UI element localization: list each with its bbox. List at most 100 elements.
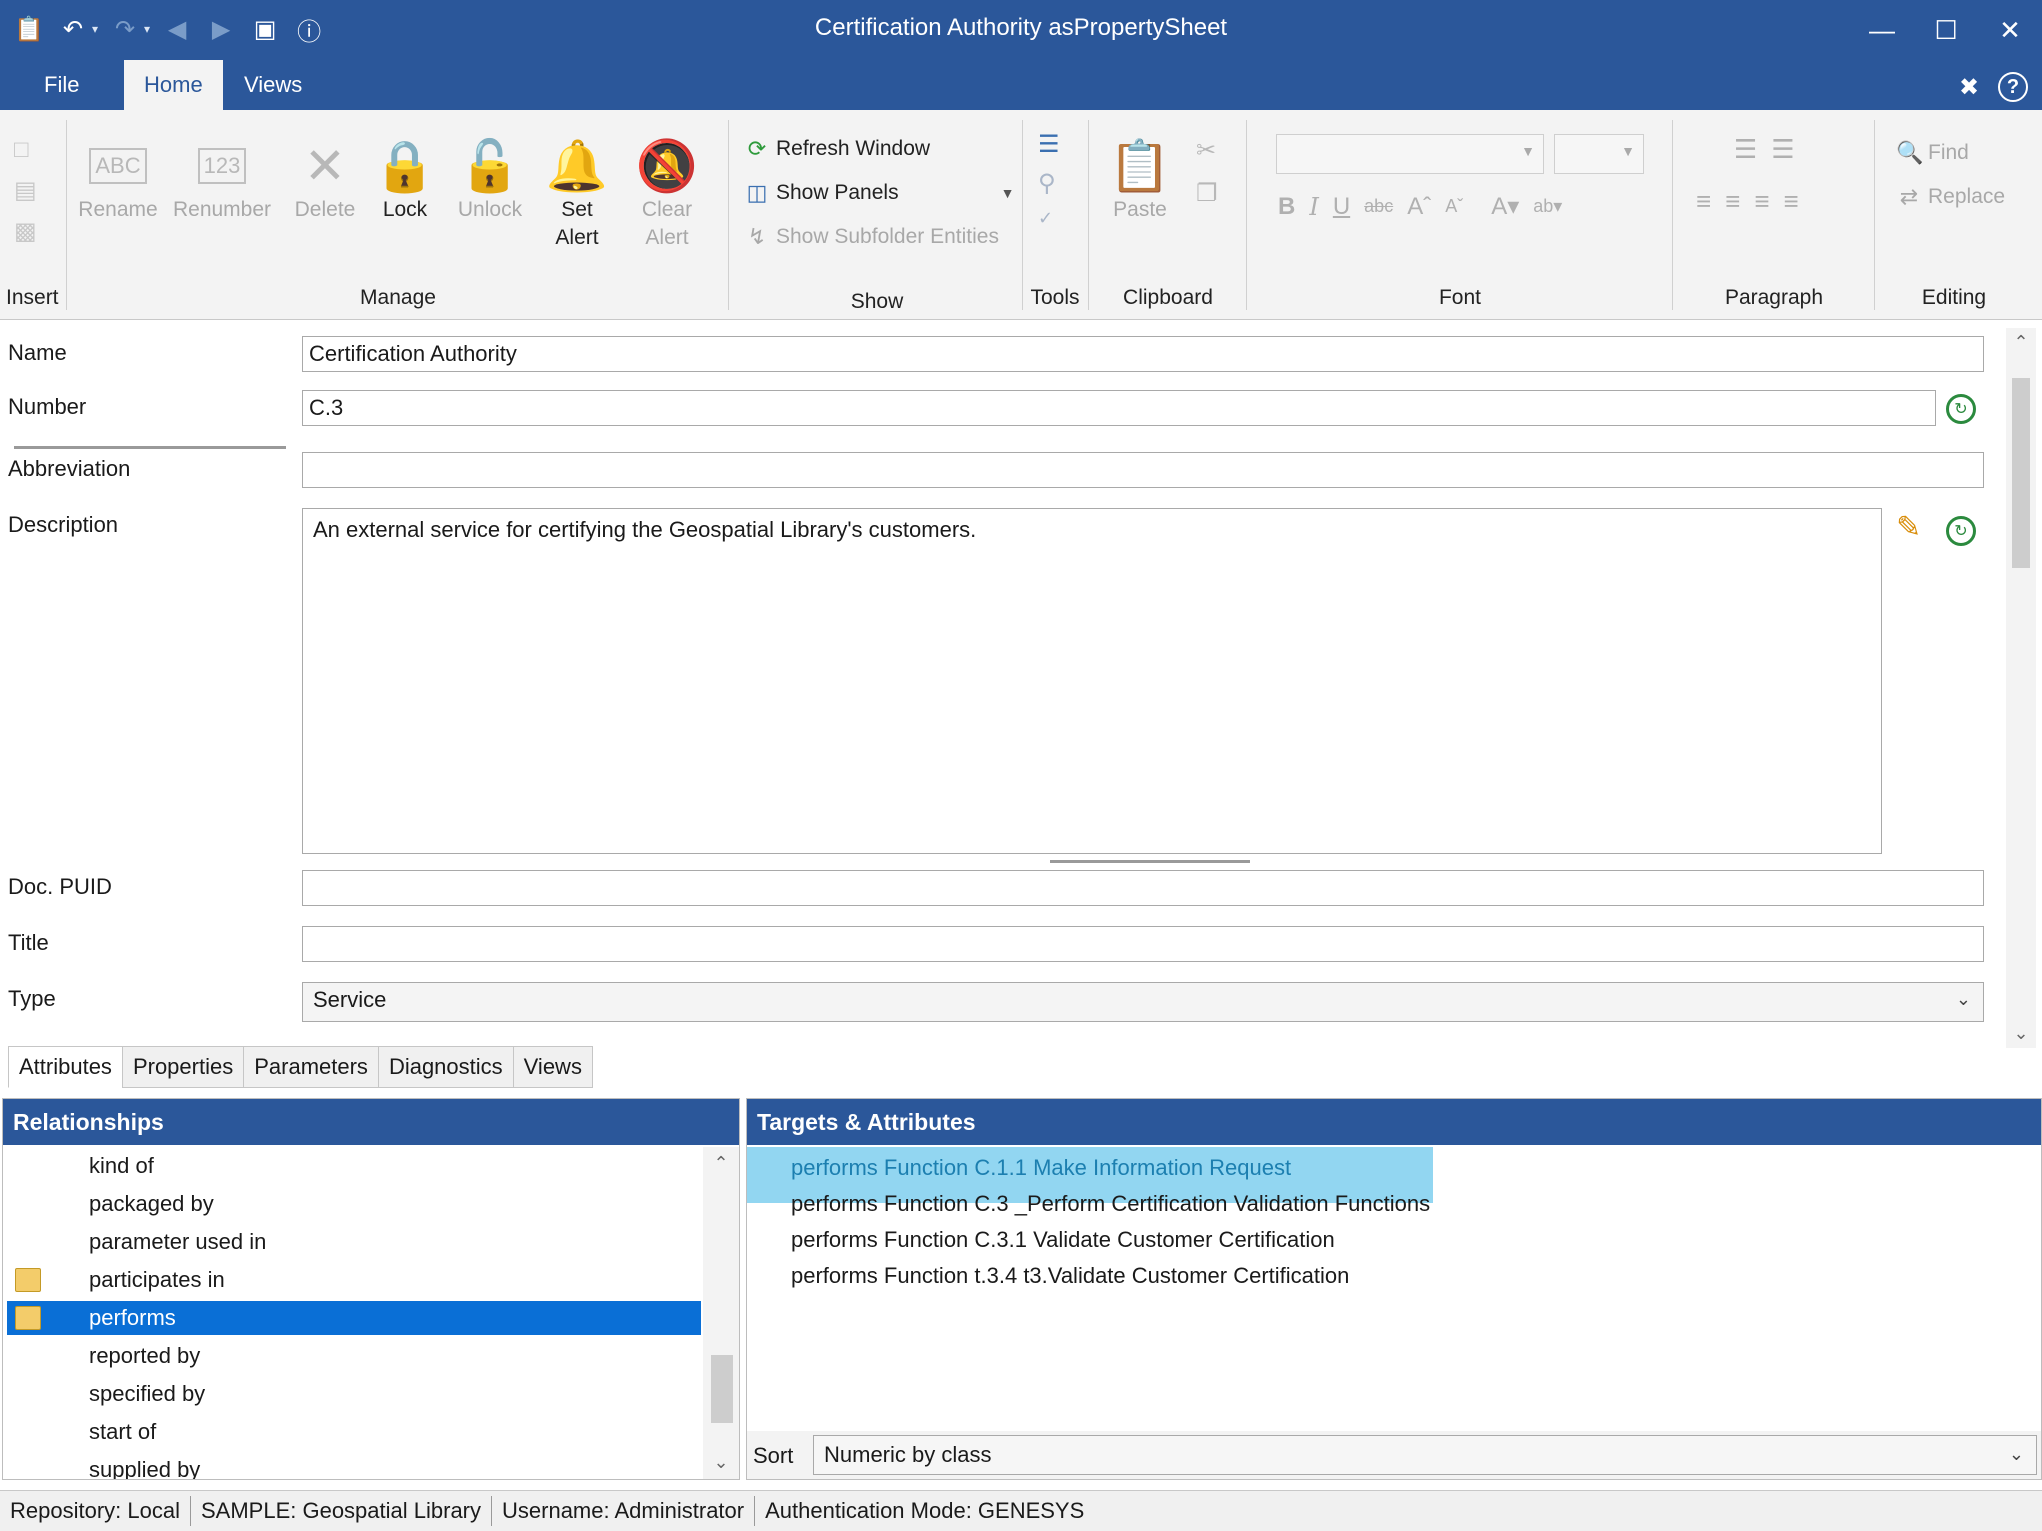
maximize-button[interactable]: ☐ <box>1914 0 1978 60</box>
scroll-up-icon[interactable]: ⌃ <box>703 1153 739 1174</box>
grow-font-icon[interactable]: Aˆ <box>1407 193 1431 221</box>
show-subfolder-entities-button[interactable]: ↯ Show Subfolder Entities <box>744 224 999 250</box>
history-clock-icon[interactable]: ↻ <box>1946 394 1976 424</box>
options-icon[interactable]: ✖ <box>1954 72 1984 102</box>
renumber-button[interactable]: 123 Renumber <box>172 136 272 224</box>
scroll-down-icon[interactable]: ⌄ <box>2006 1023 2036 1044</box>
set-alert-button[interactable]: 🔔 Set Alert <box>544 136 610 252</box>
shrink-font-icon[interactable]: Aˇ <box>1445 196 1463 217</box>
relationship-item[interactable]: participates in <box>7 1263 701 1297</box>
rename-button[interactable]: ABC Rename <box>78 136 158 224</box>
scroll-up-icon[interactable]: ⌃ <box>2006 332 2036 353</box>
relationship-item[interactable]: packaged by <box>7 1187 701 1221</box>
bold-icon[interactable]: B <box>1278 193 1295 221</box>
clear-alert-button[interactable]: 🔕 Clear Alert <box>634 136 700 252</box>
font-family-select[interactable]: ▼ <box>1276 134 1544 174</box>
relationship-item[interactable]: specified by <box>7 1377 701 1411</box>
relationship-item[interactable]: reported by <box>7 1339 701 1373</box>
new-folder-icon[interactable]: ▤ <box>14 176 37 205</box>
tab-diagnostics[interactable]: Diagnostics <box>377 1046 514 1088</box>
delete-button[interactable]: ✕ Delete <box>290 136 360 224</box>
target-item[interactable]: performs Function C.3.1 Validate Custome… <box>791 1227 1335 1253</box>
align-left-icon[interactable]: ≡ <box>1696 186 1711 217</box>
help-icon[interactable]: ? <box>1998 72 2028 102</box>
number-field[interactable]: C.3 <box>302 390 1936 426</box>
paste-button[interactable]: 📋 Paste <box>1104 136 1176 224</box>
ribbon: □ ▤ ▩ Insert ABC Rename 123 Renumber ✕ D… <box>0 110 2042 320</box>
history-clock-icon[interactable]: ↻ <box>1946 516 1976 546</box>
doc-puid-label: Doc. PUID <box>8 874 112 899</box>
replace-button[interactable]: ⇄ Replace <box>1896 184 2005 210</box>
status-project: SAMPLE: Geospatial Library <box>191 1496 493 1526</box>
align-center-icon[interactable]: ≡ <box>1725 186 1740 217</box>
replace-icon: ⇄ <box>1899 184 1919 209</box>
relationship-item[interactable]: parameter used in <box>7 1225 701 1259</box>
cut-icon[interactable]: ✂ <box>1196 136 1218 165</box>
numbered-list-icon[interactable]: ☰ <box>1771 134 1794 165</box>
group-label-paragraph: Paragraph <box>1724 286 1824 309</box>
show-panels-button[interactable]: ◫ Show Panels ▼ <box>744 180 1015 206</box>
spellcheck-icon[interactable]: ✓ <box>1038 208 1060 229</box>
pencil-icon[interactable]: ✎ <box>1896 510 1921 545</box>
sort-select[interactable]: Numeric by class ⌄ <box>813 1435 2037 1475</box>
target-item[interactable]: performs Function t.3.4 t3.Validate Cust… <box>791 1263 1349 1289</box>
relationships-panel: Relationships kind of packaged by parame… <box>2 1098 740 1480</box>
justify-icon[interactable]: ≡ <box>1784 186 1799 217</box>
tab-views[interactable]: Views <box>224 60 322 110</box>
type-select[interactable]: Service ⌄ <box>302 982 1984 1022</box>
refresh-window-button[interactable]: ⟳ Refresh Window <box>744 136 930 162</box>
find-icon: 🔍 <box>1896 140 1924 165</box>
close-button[interactable]: ✕ <box>1978 0 2042 60</box>
splitter[interactable] <box>14 446 286 449</box>
relationship-item[interactable]: supplied by <box>7 1453 701 1479</box>
description-resize-handle[interactable] <box>1050 860 1250 863</box>
new-entity-icon[interactable]: □ <box>14 136 37 164</box>
relationship-item-selected[interactable]: performs <box>7 1301 701 1335</box>
show-panels-dropdown-icon[interactable]: ▼ <box>1001 185 1015 201</box>
relationship-item[interactable]: kind of <box>7 1149 701 1183</box>
ribbon-divider <box>1874 120 1875 310</box>
find-button[interactable]: 🔍 Find <box>1896 140 1969 166</box>
scroll-thumb[interactable] <box>711 1355 733 1423</box>
strikethrough-icon[interactable]: abc <box>1364 196 1393 217</box>
font-size-select[interactable]: ▼ <box>1554 134 1644 174</box>
scroll-thumb[interactable] <box>2012 378 2030 568</box>
ribbon-divider <box>66 120 67 310</box>
group-label-font: Font <box>1438 286 1482 309</box>
align-right-icon[interactable]: ≡ <box>1754 186 1769 217</box>
doc-puid-field[interactable] <box>302 870 1984 906</box>
relationships-list: kind of packaged by parameter used in pa… <box>3 1147 701 1479</box>
sort-value: Numeric by class <box>824 1442 992 1467</box>
unlock-button[interactable]: 🔓 Unlock <box>452 136 528 224</box>
ribbon-divider <box>728 120 729 310</box>
highlight-icon[interactable]: ab▾ <box>1533 196 1562 217</box>
lock-button[interactable]: 🔒 Lock <box>374 136 436 224</box>
magnifier-icon[interactable]: ⚲ <box>1038 169 1060 198</box>
font-color-icon[interactable]: A▾ <box>1491 192 1519 221</box>
underline-icon[interactable]: U <box>1333 193 1350 221</box>
relationship-item[interactable]: start of <box>7 1415 701 1449</box>
description-field[interactable]: An external service for certifying the G… <box>302 508 1882 854</box>
copy-icon[interactable]: ❐ <box>1196 179 1218 208</box>
minimize-button[interactable]: — <box>1850 0 1914 60</box>
tab-home[interactable]: Home <box>124 60 223 110</box>
tab-views[interactable]: Views <box>512 1046 593 1088</box>
tab-attributes[interactable]: Attributes <box>8 1046 123 1088</box>
tab-properties[interactable]: Properties <box>121 1046 245 1088</box>
target-item[interactable]: performs Function C.1.1 Make Information… <box>791 1155 1291 1181</box>
tab-parameters[interactable]: Parameters <box>243 1046 379 1088</box>
new-package-icon[interactable]: ▩ <box>14 217 37 246</box>
bullet-list-icon[interactable]: ☰ <box>1734 134 1757 165</box>
property-sheet-scrollbar[interactable]: ⌃ ⌄ <box>2006 328 2036 1048</box>
relationships-scrollbar[interactable]: ⌃ ⌄ <box>703 1147 739 1479</box>
abbreviation-field[interactable] <box>302 452 1984 488</box>
tools-list-icon[interactable]: ☰ <box>1038 130 1060 159</box>
title-field[interactable] <box>302 926 1984 962</box>
italic-icon[interactable]: I <box>1309 193 1318 221</box>
scroll-down-icon[interactable]: ⌄ <box>703 1452 739 1473</box>
name-field[interactable]: Certification Authority <box>302 336 1984 372</box>
target-item[interactable]: performs Function C.3 _Perform Certifica… <box>791 1191 1430 1217</box>
tab-file[interactable]: File <box>24 60 99 110</box>
group-tools: ☰ ⚲ ✓ Tools <box>1024 116 1086 316</box>
window-title: Certification Authority asPropertySheet <box>814 14 1228 41</box>
